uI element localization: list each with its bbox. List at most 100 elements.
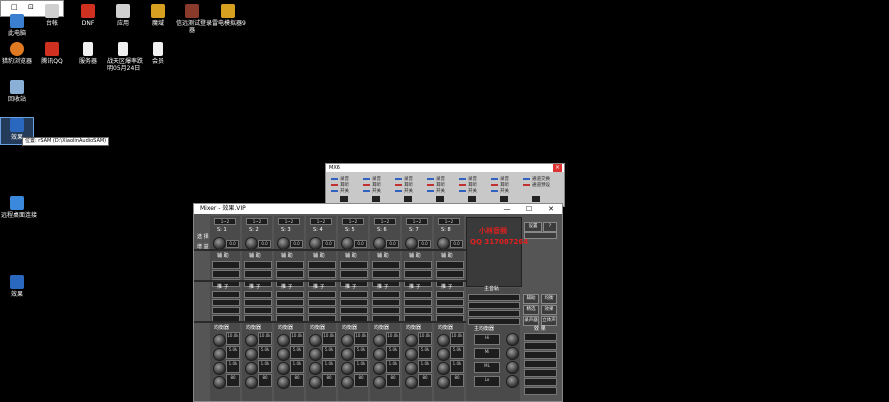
aux-slot[interactable] (308, 270, 336, 278)
aux-slot[interactable] (372, 270, 400, 278)
fader-slot[interactable] (372, 307, 400, 314)
fader-slot[interactable] (244, 307, 272, 314)
minimize-button[interactable]: — (496, 204, 518, 214)
master-eq-knob[interactable] (506, 375, 519, 388)
fader-slot[interactable] (244, 291, 272, 298)
fader-slot[interactable] (340, 291, 368, 298)
channel-select-chip[interactable]: 1~2 (278, 218, 300, 225)
fader-slot[interactable] (276, 307, 304, 314)
mx6-slot[interactable] (436, 196, 444, 202)
aux-slot[interactable] (308, 261, 336, 269)
mx6-slot[interactable] (532, 196, 540, 202)
desktop-icon-moyu[interactable]: 魔域 (142, 4, 174, 27)
effect-slot[interactable] (524, 369, 557, 377)
fader-slot[interactable] (212, 307, 240, 314)
aux-slot[interactable] (436, 261, 464, 269)
mx6-slot[interactable] (404, 196, 412, 202)
desktop-icon-this-pc[interactable]: 此电脑 (1, 14, 33, 37)
desktop-icon-apps[interactable]: 应用 (107, 4, 139, 27)
fader-slot[interactable] (276, 299, 304, 306)
mx6-toggle[interactable]: 开关 (491, 188, 509, 194)
effect-slot[interactable] (524, 351, 557, 359)
mx6-slot[interactable] (500, 196, 508, 202)
master-eq-knob[interactable] (506, 333, 519, 346)
aux-slot[interactable] (244, 270, 272, 278)
fader-slot[interactable] (436, 307, 464, 314)
mx6-close-button[interactable]: × (552, 164, 562, 172)
master-eq-knob[interactable] (506, 361, 519, 374)
master-slot[interactable] (468, 310, 520, 317)
channel-select-chip[interactable]: 1~2 (406, 218, 428, 225)
desktop-icon-ledger[interactable]: 台帐 (36, 4, 68, 27)
fader-slot[interactable] (340, 307, 368, 314)
maximize-button[interactable]: ☐ (518, 204, 540, 214)
fader-slot[interactable] (372, 291, 400, 298)
desktop-icon-ldplayer[interactable]: 雷电模拟器9 (212, 4, 246, 27)
desktop-icon-effects[interactable]: 效果 (1, 275, 33, 298)
master-slot[interactable] (468, 318, 520, 325)
mx6-toggle[interactable]: 开关 (459, 188, 477, 194)
mx6-slot[interactable] (340, 196, 348, 202)
channel-select-chip[interactable]: 1~2 (438, 218, 460, 225)
desktop-icon-login-tester[interactable]: 信远测试登录 器 (176, 4, 212, 34)
fader-slot[interactable] (404, 291, 432, 298)
mx6-toggle[interactable]: 开关 (331, 188, 349, 194)
fader-slot[interactable] (404, 307, 432, 314)
aux-slot[interactable] (212, 270, 240, 278)
effect-slot[interactable] (524, 387, 557, 395)
master-eq-knob[interactable] (506, 347, 519, 360)
aux-slot[interactable] (244, 261, 272, 269)
explorer-restore-button[interactable]: ⊡ (28, 3, 34, 11)
effect-slot[interactable] (524, 342, 557, 350)
desktop-icon-drop-rate[interactable]: 战天区爆率跌 明05月24日 (107, 42, 143, 72)
fader-slot[interactable] (436, 299, 464, 306)
effect-slot[interactable] (524, 360, 557, 368)
aux-side-button[interactable]: 辅助 (523, 294, 539, 304)
eq-side-button[interactable]: 均衡 (541, 294, 557, 304)
aux-slot[interactable] (340, 261, 368, 269)
fader-slot[interactable] (340, 299, 368, 306)
close-button[interactable]: ✕ (540, 204, 562, 214)
settings-button[interactable]: 设置 (524, 222, 542, 232)
fader-slot[interactable] (308, 299, 336, 306)
fader-slot[interactable] (404, 299, 432, 306)
aux-slot[interactable] (276, 270, 304, 278)
effect-slot[interactable] (524, 333, 557, 341)
aux-slot[interactable] (436, 270, 464, 278)
effect-slot[interactable] (524, 378, 557, 386)
desktop-icon-liebao[interactable]: 猎豹浏览器 (1, 42, 33, 65)
help-button[interactable]: ? (543, 222, 557, 232)
effects-side-button[interactable]: 效果 (541, 305, 557, 315)
desktop-icon-member[interactable]: 会员 (142, 42, 174, 65)
desktop-icon-remote-desktop[interactable]: 远程桌面连接 (1, 196, 37, 219)
fader-slot[interactable] (276, 291, 304, 298)
fader-slot[interactable] (372, 299, 400, 306)
channel-select-chip[interactable]: 1~2 (342, 218, 364, 225)
aux-slot[interactable] (372, 261, 400, 269)
select-side-button[interactable]: 精选 (523, 305, 539, 315)
aux-slot[interactable] (404, 261, 432, 269)
desktop-icon-recycle-bin[interactable]: 回收站 (1, 80, 33, 103)
fader-slot[interactable] (308, 291, 336, 298)
aux-slot[interactable] (404, 270, 432, 278)
aux-slot[interactable] (340, 270, 368, 278)
mx6-slot[interactable] (468, 196, 476, 202)
channel-select-chip[interactable]: 1~2 (214, 218, 236, 225)
mx6-slot[interactable] (372, 196, 380, 202)
channel-select-chip[interactable]: 1~2 (374, 218, 396, 225)
channel-select-chip[interactable]: 1~2 (310, 218, 332, 225)
desktop-icon-dnf[interactable]: DNF (72, 4, 104, 27)
fader-slot[interactable] (308, 307, 336, 314)
desktop-icon-qq[interactable]: 腾讯QQ (36, 42, 68, 65)
mx6-toggle[interactable]: 开关 (363, 188, 381, 194)
fader-slot[interactable] (436, 291, 464, 298)
side-select[interactable] (524, 232, 557, 239)
aux-slot[interactable] (276, 261, 304, 269)
fader-slot[interactable] (212, 291, 240, 298)
master-slot[interactable] (468, 302, 520, 309)
fader-slot[interactable] (212, 299, 240, 306)
aux-slot[interactable] (212, 261, 240, 269)
mx6-toggle[interactable]: 开关 (395, 188, 413, 194)
mx6-toggle[interactable]: 通道预设 (523, 182, 550, 188)
fader-slot[interactable] (244, 299, 272, 306)
